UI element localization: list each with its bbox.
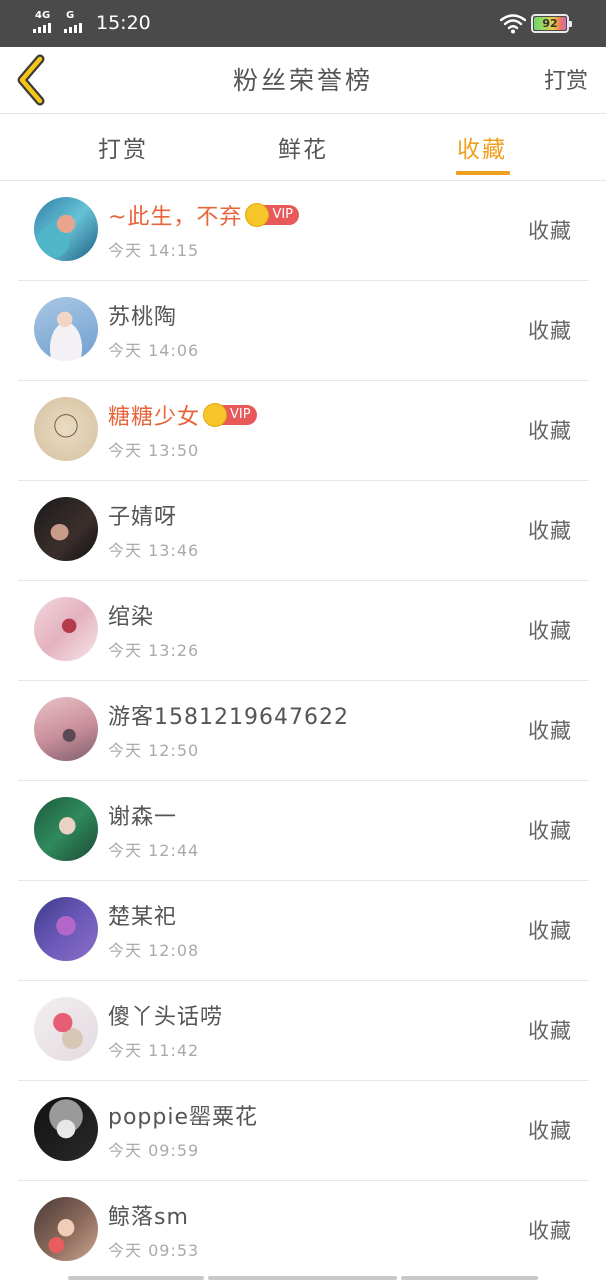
list-item[interactable]: 谢森一 今天 12:44 收藏 xyxy=(0,781,606,881)
avatar xyxy=(34,397,98,461)
favorite-time: 今天 13:46 xyxy=(108,541,200,560)
favorite-action-label: 收藏 xyxy=(528,1119,572,1143)
fan-name: 鲸落sm xyxy=(108,1205,189,1230)
avatar xyxy=(34,997,98,1061)
favorite-action-label: 收藏 xyxy=(528,919,572,943)
vip-badge: VIP xyxy=(203,403,257,427)
nav-bar: 粉丝荣誉榜 打赏 xyxy=(0,47,606,114)
tab-flowers[interactable]: 鲜花 xyxy=(278,130,328,164)
avatar xyxy=(34,697,98,761)
tip-button[interactable]: 打赏 xyxy=(544,63,588,95)
avatar xyxy=(34,1097,98,1161)
favorite-time: 今天 12:44 xyxy=(108,841,200,860)
battery-level: 92 xyxy=(542,17,558,30)
list-item[interactable]: 楚某祀 今天 12:08 收藏 xyxy=(0,881,606,981)
list-item[interactable]: ~此生，不弃 VIP 今天 14:15 收藏 xyxy=(0,181,606,281)
fan-name: 绾染 xyxy=(108,605,155,630)
favorite-action-label: 收藏 xyxy=(528,719,572,743)
home-indicator xyxy=(208,1276,397,1280)
favorite-action-label: 收藏 xyxy=(528,419,572,443)
list-item[interactable]: 苏桃陶 今天 14:06 收藏 xyxy=(0,281,606,381)
favorite-time: 今天 11:42 xyxy=(108,1041,200,1060)
home-indicator xyxy=(401,1276,538,1280)
network-type-label: G xyxy=(66,10,75,21)
favorite-action-label: 收藏 xyxy=(528,319,572,343)
battery-icon: 92 xyxy=(531,14,572,33)
list-item[interactable]: 鲸落sm 今天 09:53 收藏 xyxy=(0,1181,606,1280)
favorite-action-label: 收藏 xyxy=(528,619,572,643)
fan-name: 游客1581219647622 xyxy=(108,705,349,730)
status-time: 15:20 xyxy=(96,12,151,34)
tab-bar: 打赏 鲜花 收藏 xyxy=(0,114,606,181)
avatar xyxy=(34,297,98,361)
status-bar: 4G G 15:20 92 xyxy=(0,0,606,47)
page-title: 粉丝荣誉榜 xyxy=(232,66,373,95)
favorite-time: 今天 12:08 xyxy=(108,941,200,960)
list-item[interactable]: 糖糖少女 VIP 今天 13:50 收藏 xyxy=(0,381,606,481)
favorite-action-label: 收藏 xyxy=(528,819,572,843)
network-type-label: 4G xyxy=(35,10,51,21)
avatar xyxy=(34,597,98,661)
tab-favorites[interactable]: 收藏 xyxy=(457,130,507,164)
favorite-time: 今天 13:26 xyxy=(108,641,200,660)
fan-list: ~此生，不弃 VIP 今天 14:15 收藏 苏桃陶 今天 14:06 收藏 糖… xyxy=(0,181,606,1280)
favorite-time: 今天 13:50 xyxy=(108,441,200,460)
tab-tips[interactable]: 打赏 xyxy=(98,130,148,164)
avatar xyxy=(34,1197,98,1261)
fan-name: 谢森一 xyxy=(108,805,178,830)
fan-name: 子婧呀 xyxy=(108,505,178,530)
list-item[interactable]: 游客1581219647622 今天 12:50 收藏 xyxy=(0,681,606,781)
fan-name: 糖糖少女 xyxy=(108,405,201,430)
list-item[interactable]: 子婧呀 今天 13:46 收藏 xyxy=(0,481,606,581)
avatar xyxy=(34,797,98,861)
vip-badge: VIP xyxy=(245,203,300,227)
favorite-time: 今天 14:15 xyxy=(108,241,200,260)
favorite-time: 今天 09:59 xyxy=(108,1141,200,1160)
list-item[interactable]: poppie罂粟花 今天 09:59 收藏 xyxy=(0,1081,606,1181)
favorite-action-label: 收藏 xyxy=(528,1219,572,1243)
favorite-action-label: 收藏 xyxy=(528,219,572,243)
active-tab-indicator xyxy=(456,171,510,175)
avatar xyxy=(34,897,98,961)
list-item[interactable]: 傻丫头话唠 今天 11:42 收藏 xyxy=(0,981,606,1081)
avatar xyxy=(34,197,98,261)
favorite-action-label: 收藏 xyxy=(528,1019,572,1043)
fan-name: 苏桃陶 xyxy=(108,305,178,330)
list-item[interactable]: 绾染 今天 13:26 收藏 xyxy=(0,581,606,681)
fan-name: 楚某祀 xyxy=(108,905,178,930)
home-indicator xyxy=(68,1276,204,1280)
crown-icon xyxy=(203,403,228,427)
fan-name: 傻丫头话唠 xyxy=(108,1005,224,1030)
fan-name: ~此生，不弃 xyxy=(108,205,243,230)
favorite-time: 今天 14:06 xyxy=(108,341,200,360)
favorite-action-label: 收藏 xyxy=(528,519,572,543)
fan-name: poppie罂粟花 xyxy=(108,1105,259,1130)
favorite-time: 今天 12:50 xyxy=(108,741,200,760)
avatar xyxy=(34,497,98,561)
favorite-time: 今天 09:53 xyxy=(108,1241,200,1260)
wifi-icon xyxy=(500,14,526,34)
